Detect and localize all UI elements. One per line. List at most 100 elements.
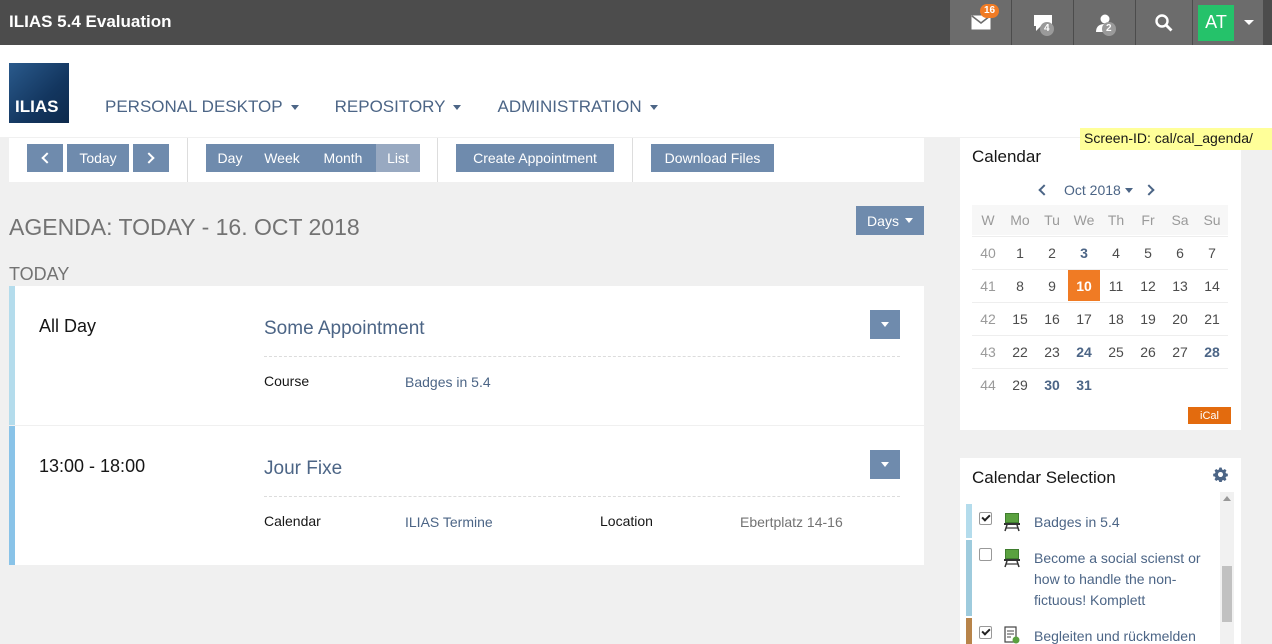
chevron-down-icon <box>1244 20 1254 25</box>
list-item[interactable]: Badges in 5.4 <box>966 504 1219 538</box>
calendar-day[interactable]: 6 <box>1164 236 1196 268</box>
weekday-header: Fr <box>1132 205 1164 235</box>
contacts-button[interactable]: 2 <box>1074 0 1136 45</box>
calendar-day[interactable]: 26 <box>1132 335 1164 367</box>
calendar-name[interactable]: Badges in 5.4 <box>1034 512 1214 533</box>
calendar-day[interactable]: 19 <box>1132 302 1164 334</box>
calendar-day[interactable]: 18 <box>1100 302 1132 334</box>
calendar-day-with-events[interactable]: 31 <box>1068 368 1100 400</box>
calendar-day[interactable]: 11 <box>1100 269 1132 301</box>
user-menu[interactable]: AT <box>1193 0 1263 45</box>
property-value-link[interactable]: Badges in 5.4 <box>405 374 491 390</box>
menu-personal-desktop[interactable]: PERSONAL DESKTOP <box>105 97 299 117</box>
calendar-day[interactable]: 21 <box>1196 302 1228 334</box>
event-actions-button[interactable] <box>870 310 900 339</box>
search-button[interactable] <box>1136 0 1193 45</box>
calendar-day[interactable]: 23 <box>1036 335 1068 367</box>
course-icon <box>1004 549 1020 568</box>
view-list-button[interactable]: List <box>376 144 420 172</box>
download-files-button[interactable]: Download Files <box>651 144 774 172</box>
avatar[interactable]: AT <box>1198 4 1234 41</box>
calendar-day[interactable]: 17 <box>1068 302 1100 334</box>
ical-button[interactable]: iCal <box>1188 407 1231 424</box>
menu-repository[interactable]: REPOSITORY <box>335 97 462 117</box>
calendar-day[interactable]: 25 <box>1100 335 1132 367</box>
property-value-link[interactable]: ILIAS Termine <box>405 514 493 530</box>
menu-administration[interactable]: ADMINISTRATION <box>497 97 658 117</box>
menu-label: ADMINISTRATION <box>497 97 642 116</box>
month-selector[interactable]: Oct 2018 <box>1064 182 1133 198</box>
calendar-day-with-events[interactable]: 28 <box>1196 335 1228 367</box>
calendar-name[interactable]: Become a social scienst or how to handle… <box>1034 548 1214 611</box>
days-label: Days <box>867 212 899 229</box>
calendar-day[interactable]: 7 <box>1196 236 1228 268</box>
list-item[interactable]: Become a social scienst or how to handle… <box>966 540 1219 616</box>
weekday-header: Mo <box>1004 205 1036 235</box>
calendar-day[interactable]: 29 <box>1004 368 1036 400</box>
calendar-day[interactable]: 14 <box>1196 269 1228 301</box>
calendar-day-with-events[interactable]: 24 <box>1068 335 1100 367</box>
ilias-logo[interactable]: ILIAS <box>9 63 69 123</box>
week-number: 41 <box>972 269 1004 301</box>
chevron-left-icon[interactable] <box>1038 184 1050 196</box>
calendar-day-with-events[interactable]: 30 <box>1036 368 1068 400</box>
menu-label: REPOSITORY <box>334 97 446 116</box>
calendar-day[interactable]: 13 <box>1164 269 1196 301</box>
weekday-header: Sa <box>1164 205 1196 235</box>
toolbar-separator <box>632 138 633 182</box>
chevron-down-icon <box>453 104 462 110</box>
calendar-day[interactable]: 27 <box>1164 335 1196 367</box>
calendar-day[interactable]: 1 <box>1004 236 1036 268</box>
event-title[interactable]: Jour Fixe <box>264 458 342 480</box>
month-calendar: W Mo Tu We Th Fr Sa Su 40 1 2 3 4 5 6 7 … <box>972 204 1228 401</box>
calendar-name[interactable]: Begleiten und rückmelden <box>1034 626 1214 644</box>
gear-icon[interactable] <box>1213 467 1228 482</box>
mail-count-badge: 16 <box>980 4 1000 18</box>
menu-label: PERSONAL DESKTOP <box>105 97 283 116</box>
scrollbar[interactable] <box>1220 492 1234 644</box>
days-dropdown-button[interactable]: Days <box>856 206 924 235</box>
calendar-day[interactable]: 15 <box>1004 302 1036 334</box>
calendar-checkbox[interactable] <box>979 626 992 639</box>
view-month-button[interactable]: Month <box>310 144 376 172</box>
scroll-up-icon[interactable] <box>1223 496 1231 501</box>
calendar-toolbar: Today Day Week Month List Create Appoint… <box>9 138 924 182</box>
header: ILIAS PERSONAL DESKTOP REPOSITORY ADMINI… <box>0 45 1272 137</box>
calendar-checkbox[interactable] <box>979 548 992 561</box>
chevron-right-icon[interactable] <box>1143 184 1155 196</box>
today-button[interactable]: Today <box>67 144 129 172</box>
create-appointment-button[interactable]: Create Appointment <box>456 144 614 172</box>
chevron-down-icon <box>904 218 913 223</box>
calendar-day-empty <box>1164 368 1196 400</box>
week-number: 44 <box>972 368 1004 400</box>
calendar-day[interactable]: 12 <box>1132 269 1164 301</box>
panel-heading: Calendar <box>972 147 1041 166</box>
chat-count-badge: 4 <box>1040 22 1054 36</box>
event-actions-button[interactable] <box>870 450 900 479</box>
calendar-day-empty <box>1100 368 1132 400</box>
calendar-day[interactable]: 5 <box>1132 236 1164 268</box>
calendar-day-with-events[interactable]: 3 <box>1068 236 1100 268</box>
calendar-day[interactable]: 16 <box>1036 302 1068 334</box>
event-title[interactable]: Some Appointment <box>264 318 425 340</box>
chat-button[interactable]: 4 <box>1012 0 1074 45</box>
next-button[interactable] <box>133 144 169 172</box>
calendar-day-today[interactable]: 10 <box>1068 269 1100 301</box>
calendar-day[interactable]: 9 <box>1036 269 1068 301</box>
logo-text: ILIAS <box>15 97 59 116</box>
previous-button[interactable] <box>27 144 63 172</box>
toolbar-separator <box>187 138 188 182</box>
view-week-button[interactable]: Week <box>254 144 310 172</box>
scrollbar-thumb[interactable] <box>1222 566 1232 622</box>
calendar-day[interactable]: 4 <box>1100 236 1132 268</box>
calendar-day[interactable]: 2 <box>1036 236 1068 268</box>
calendar-checkbox[interactable] <box>979 512 992 525</box>
installation-title[interactable]: ILIAS 5.4 Evaluation <box>9 12 172 32</box>
calendar-day[interactable]: 20 <box>1164 302 1196 334</box>
calendar-day[interactable]: 22 <box>1004 335 1036 367</box>
calendar-day[interactable]: 8 <box>1004 269 1036 301</box>
mail-button[interactable]: 16 <box>950 0 1012 45</box>
view-day-button[interactable]: Day <box>206 144 254 172</box>
list-item[interactable]: Begleiten und rückmelden <box>966 618 1219 644</box>
chevron-down-icon <box>1124 187 1133 193</box>
